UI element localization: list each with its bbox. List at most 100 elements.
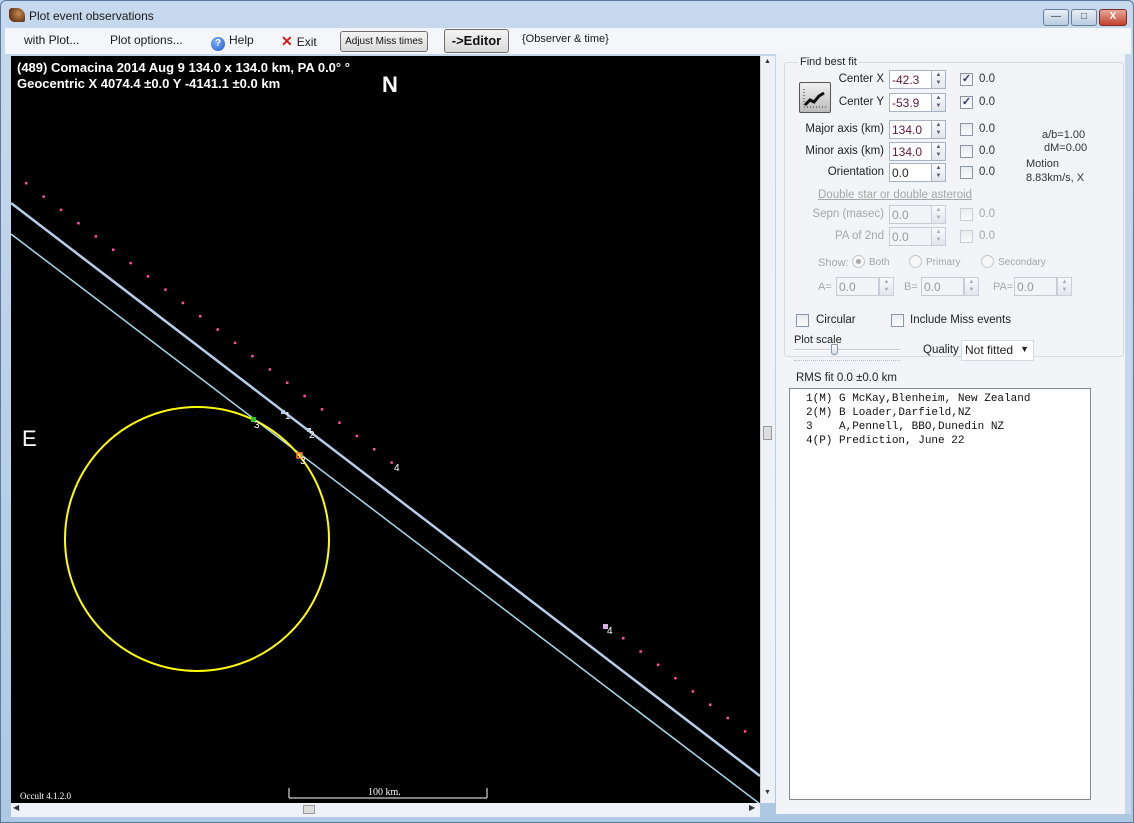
a-input[interactable] <box>836 277 879 296</box>
a-spinner[interactable]: ▲ ▼ <box>879 277 894 296</box>
menu-bar: with Plot... Plot options... ? Help ✕ Exit… <box>5 28 1131 54</box>
horizontal-scroll-thumb[interactable] <box>303 805 315 814</box>
double-star-link[interactable]: Double star or double asteroid <box>818 189 972 201</box>
b-spinner[interactable]: ▲ ▼ <box>964 277 979 296</box>
prediction-dot <box>338 421 341 424</box>
prediction-dot <box>656 663 660 667</box>
menu-exit[interactable]: ✕ Exit <box>281 33 317 50</box>
pa-2nd-spinner[interactable]: ▲ ▼ <box>931 227 946 246</box>
orientation-spinner[interactable]: ▲ ▼ <box>931 163 946 182</box>
circular-checkbox[interactable] <box>796 314 809 327</box>
event-label-3b: 3 <box>300 456 306 467</box>
pa-2nd-input[interactable] <box>889 227 933 246</box>
editor-button[interactable]: ->Editor <box>444 29 509 53</box>
minor-axis-spinner[interactable]: ▲ ▼ <box>931 142 946 161</box>
plot-title-line1: (489) Comacina 2014 Aug 9 134.0 x 134.0 … <box>17 60 350 75</box>
minor-axis-input[interactable] <box>889 142 933 161</box>
observer-row[interactable]: 3 A,Pennell, BBO,Dunedin NZ <box>806 421 1090 435</box>
maximize-button[interactable]: □ <box>1071 9 1097 26</box>
observer-row[interactable]: 1(M) G McKay,Blenheim, New Zealand <box>806 393 1090 407</box>
center-y-label: Center Y <box>838 96 884 108</box>
orientation-checkbox[interactable] <box>960 166 973 179</box>
orientation-input[interactable] <box>889 163 933 182</box>
prediction-dot <box>390 461 393 464</box>
chevron-down-icon: ▼ <box>1020 344 1029 354</box>
show-secondary-label: Secondary <box>998 257 1046 268</box>
plot-scale-slider[interactable] <box>831 344 838 355</box>
center-y-spinner[interactable]: ▲ ▼ <box>931 93 946 112</box>
pa-2nd-uncertainty: 0.0 <box>979 230 995 242</box>
minor-axis-checkbox[interactable] <box>960 145 973 158</box>
prediction-dot <box>320 408 324 411</box>
close-button[interactable]: X <box>1099 9 1127 26</box>
pa-label: PA= <box>993 281 1014 293</box>
show-secondary-radio[interactable] <box>981 255 994 268</box>
quality-select[interactable]: Not fitted ▼ <box>961 340 1034 361</box>
observer-row[interactable]: 4(P) Prediction, June 22 <box>806 435 1090 449</box>
center-x-checkbox[interactable]: ✓ <box>960 73 973 86</box>
vertical-scroll-thumb[interactable] <box>763 426 772 440</box>
menu-plot-options[interactable]: Plot options... <box>110 33 183 47</box>
prediction-dot <box>268 368 272 371</box>
center-x-label: Center X <box>838 73 884 85</box>
north-label: N <box>382 72 398 97</box>
show-both-label: Both <box>869 257 890 268</box>
prediction-dot <box>674 676 677 680</box>
prediction-dot <box>164 288 167 291</box>
menu-help[interactable]: ? Help <box>211 33 254 51</box>
minor-axis-label: Minor axis (km) <box>805 145 884 157</box>
pa-input[interactable] <box>1014 277 1057 296</box>
dm-info: dM=0.00 <box>1044 142 1088 154</box>
prediction-dot <box>199 315 202 318</box>
prediction-dot <box>691 690 695 693</box>
major-axis-input[interactable] <box>889 120 933 139</box>
pa-spinner[interactable]: ▲ ▼ <box>1057 277 1072 296</box>
quality-label: Quality <box>923 344 959 356</box>
plot-scale-track[interactable] <box>794 349 900 351</box>
minor-axis-uncertainty: 0.0 <box>979 145 995 157</box>
plot-canvas[interactable]: (489) Comacina 2014 Aug 9 134.0 x 134.0 … <box>11 56 760 803</box>
show-both-radio[interactable] <box>852 255 865 268</box>
menu-observer-time[interactable]: {Observer & time} <box>522 33 609 45</box>
horizontal-scrollbar[interactable]: ◀ ▶ <box>11 803 760 817</box>
prediction-dot <box>726 716 729 720</box>
prediction-dots <box>25 182 747 733</box>
event-label-2: 2 <box>309 430 315 441</box>
include-miss-checkbox[interactable] <box>891 314 904 327</box>
prediction-dot <box>251 354 254 358</box>
sepn-input[interactable] <box>889 205 933 224</box>
rms-fit-label: RMS fit 0.0 ±0.0 km <box>796 372 897 384</box>
center-x-input[interactable] <box>889 70 933 89</box>
minimize-button[interactable]: — <box>1043 9 1069 26</box>
vertical-scrollbar[interactable]: ▲ ▼ <box>760 56 775 803</box>
scroll-left-icon[interactable]: ◀ <box>13 803 19 812</box>
fit-panel: Find best fit Center X ▲▼ ✓ 0.0 Center Y… <box>776 54 1131 814</box>
major-axis-uncertainty: 0.0 <box>979 123 995 135</box>
b-input[interactable] <box>921 277 964 296</box>
prediction-dot <box>373 448 376 451</box>
chord-line-1 <box>11 202 760 777</box>
help-icon: ? <box>211 37 225 51</box>
center-x-spinner[interactable]: ▲ ▼ <box>931 70 946 89</box>
menu-with-plot[interactable]: with Plot... <box>24 33 79 47</box>
sepn-checkbox[interactable] <box>960 208 973 221</box>
scroll-up-icon[interactable]: ▲ <box>764 58 771 65</box>
scroll-right-icon[interactable]: ▶ <box>749 803 755 812</box>
app-icon <box>9 8 25 22</box>
motion-value: 8.83km/s, X <box>1026 172 1085 184</box>
scale-label: 100 km. <box>368 787 401 798</box>
scroll-down-icon[interactable]: ▼ <box>764 789 771 796</box>
major-axis-checkbox[interactable] <box>960 123 973 136</box>
adjust-miss-times-button[interactable]: Adjust Miss times <box>340 31 428 52</box>
sepn-spinner[interactable]: ▲ ▼ <box>931 205 946 224</box>
panel-border <box>1125 54 1131 814</box>
center-y-uncertainty: 0.0 <box>979 96 995 108</box>
observers-list[interactable]: 1(M) G McKay,Blenheim, New Zealand 2(M) … <box>789 388 1091 800</box>
major-axis-spinner[interactable]: ▲ ▼ <box>931 120 946 139</box>
show-primary-radio[interactable] <box>909 255 922 268</box>
pa-2nd-checkbox[interactable] <box>960 230 973 243</box>
center-y-input[interactable] <box>889 93 933 112</box>
show-label: Show: <box>818 257 849 269</box>
center-y-checkbox[interactable]: ✓ <box>960 96 973 109</box>
observer-row[interactable]: 2(M) B Loader,Darfield,NZ <box>806 407 1090 421</box>
